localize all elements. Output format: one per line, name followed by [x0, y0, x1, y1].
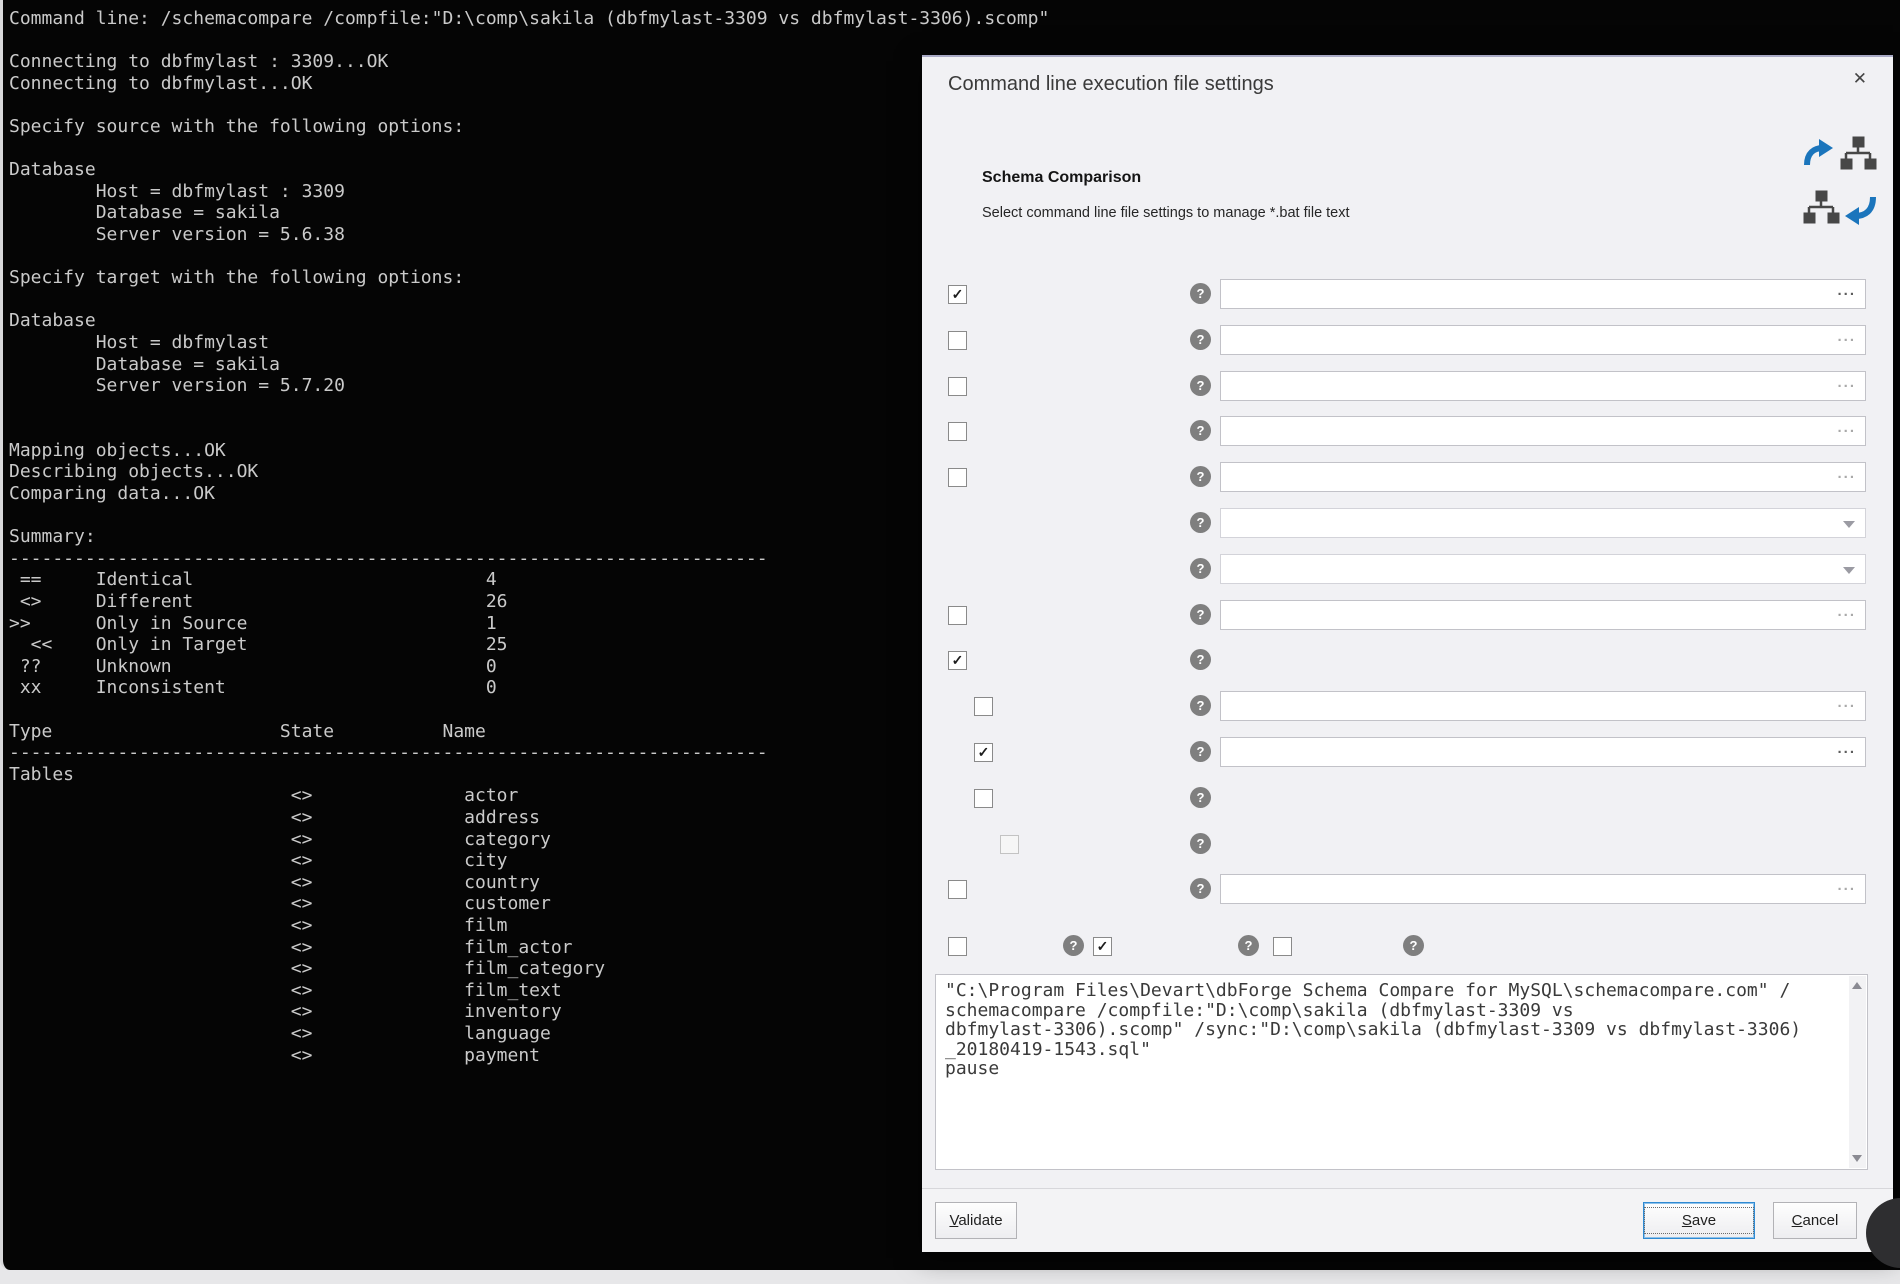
scrollbar[interactable] [1849, 976, 1866, 1168]
browse-button[interactable]: ... [1837, 282, 1856, 299]
source-checkbox[interactable] [948, 331, 967, 350]
help-icon[interactable]: ? [1403, 935, 1424, 956]
row-comparison-options: ?... [922, 416, 1893, 462]
synchronization-file-input[interactable]: ... [1220, 737, 1866, 767]
comparison-options-checkbox[interactable] [948, 422, 967, 441]
help-icon[interactable]: ? [1190, 420, 1211, 441]
row-groupby: ? [922, 554, 1893, 600]
dialog-command-line-settings: Command line execution file settings ✕ S… [922, 55, 1893, 1252]
synchronization-checkbox[interactable]: ✓ [948, 651, 967, 670]
section-title: Schema Comparison [982, 169, 1141, 187]
schema-compare-icon [1801, 135, 1879, 233]
settings-rows: ✓?...?...?...?...?...???...✓??...✓?...??… [922, 279, 1893, 920]
validate-button[interactable]: Validate [935, 1202, 1017, 1239]
row-log-file: ?... [922, 600, 1893, 646]
help-icon[interactable]: ? [1190, 604, 1211, 625]
bat-flags-row: ?✓?? [922, 935, 1893, 967]
bat-text: "C:\Program Files\Devart\dbForge Schema … [936, 975, 1845, 1079]
browse-button[interactable]: ... [1837, 419, 1856, 436]
save-button[interactable]: Save [1643, 1202, 1755, 1239]
flag-keep-opened: ✓? [1093, 935, 1272, 963]
row-execute: ? [922, 783, 1893, 829]
help-icon[interactable]: ? [1063, 935, 1084, 956]
help-icon[interactable]: ? [1190, 283, 1211, 304]
synchronization-options-input[interactable]: ... [1220, 691, 1866, 721]
log-file-checkbox[interactable] [948, 606, 967, 625]
help-icon[interactable]: ? [1190, 833, 1211, 854]
powershell-checkbox[interactable] [1273, 937, 1292, 956]
dialog-footer: Validate Save Cancel [922, 1188, 1893, 1252]
arguments-file-checkbox[interactable] [948, 880, 967, 899]
report-input[interactable]: ... [1220, 462, 1866, 492]
save-button-label: Save [1644, 1207, 1754, 1234]
comparison-project-checkbox[interactable]: ✓ [948, 285, 967, 304]
row-arguments-file: ?... [922, 874, 1893, 920]
report-checkbox[interactable] [948, 468, 967, 487]
row-error-code: ? [922, 829, 1893, 875]
execute-checkbox[interactable] [974, 789, 993, 808]
help-icon[interactable]: ? [1190, 466, 1211, 487]
row-synchronization-file: ✓?... [922, 737, 1893, 783]
bat-text-area[interactable]: "C:\Program Files\Devart\dbForge Schema … [935, 974, 1868, 1170]
help-icon[interactable]: ? [1190, 787, 1211, 808]
scroll-up-icon[interactable] [1852, 982, 1862, 989]
dialog-title: Command line execution file settings [948, 73, 1274, 96]
source-input[interactable]: ... [1220, 325, 1866, 355]
browse-button[interactable]: ... [1837, 374, 1856, 391]
flag-powershell: ? [1273, 935, 1437, 963]
groupby-dropdown[interactable] [1220, 554, 1866, 584]
row-target: ?... [922, 371, 1893, 417]
dropdown-arrow-icon[interactable] [1843, 567, 1855, 574]
browse-button[interactable]: ... [1837, 877, 1856, 894]
scroll-down-icon[interactable] [1852, 1155, 1862, 1162]
row-report-format: ? [922, 508, 1893, 554]
validate-button-label: Validate [936, 1207, 1016, 1234]
synchronization-options-checkbox[interactable] [974, 697, 993, 716]
help-icon[interactable]: ? [1190, 375, 1211, 396]
help-icon[interactable]: ? [1238, 935, 1259, 956]
browse-button[interactable]: ... [1837, 465, 1856, 482]
browse-button[interactable]: ... [1837, 603, 1856, 620]
dropdown-arrow-icon[interactable] [1843, 521, 1855, 528]
synchronization-file-checkbox[interactable]: ✓ [974, 743, 993, 762]
flag-echo-off: ? [948, 935, 1097, 963]
cancel-button-label: Cancel [1774, 1207, 1856, 1234]
browse-button[interactable]: ... [1837, 694, 1856, 711]
window-frame-bottom [0, 1270, 1900, 1284]
row-comparison-project: ✓?... [922, 279, 1893, 325]
error-code-checkbox[interactable] [1000, 835, 1019, 854]
row-report: ?... [922, 462, 1893, 508]
keep-opened-checkbox[interactable]: ✓ [1093, 937, 1112, 956]
browse-button[interactable]: ... [1837, 328, 1856, 345]
report-format-dropdown[interactable] [1220, 508, 1866, 538]
arguments-file-input[interactable]: ... [1220, 874, 1866, 904]
row-synchronization: ✓? [922, 645, 1893, 691]
row-source: ?... [922, 325, 1893, 371]
cancel-button[interactable]: Cancel [1773, 1202, 1857, 1239]
help-icon[interactable]: ? [1190, 512, 1211, 533]
help-icon[interactable]: ? [1190, 558, 1211, 579]
browse-button[interactable]: ... [1837, 740, 1856, 757]
help-icon[interactable]: ? [1190, 741, 1211, 762]
section-subtitle: Select command line file settings to man… [982, 205, 1350, 221]
row-synchronization-options: ?... [922, 691, 1893, 737]
comparison-options-input[interactable]: ... [1220, 416, 1866, 446]
help-icon[interactable]: ? [1190, 329, 1211, 350]
help-icon[interactable]: ? [1190, 878, 1211, 899]
comparison-project-input[interactable]: ... [1220, 279, 1866, 309]
help-icon[interactable]: ? [1190, 649, 1211, 670]
target-input[interactable]: ... [1220, 371, 1866, 401]
close-icon[interactable]: ✕ [1853, 69, 1867, 89]
echo-off-checkbox[interactable] [948, 937, 967, 956]
log-file-input[interactable]: ... [1220, 600, 1866, 630]
target-checkbox[interactable] [948, 377, 967, 396]
help-icon[interactable]: ? [1190, 695, 1211, 716]
